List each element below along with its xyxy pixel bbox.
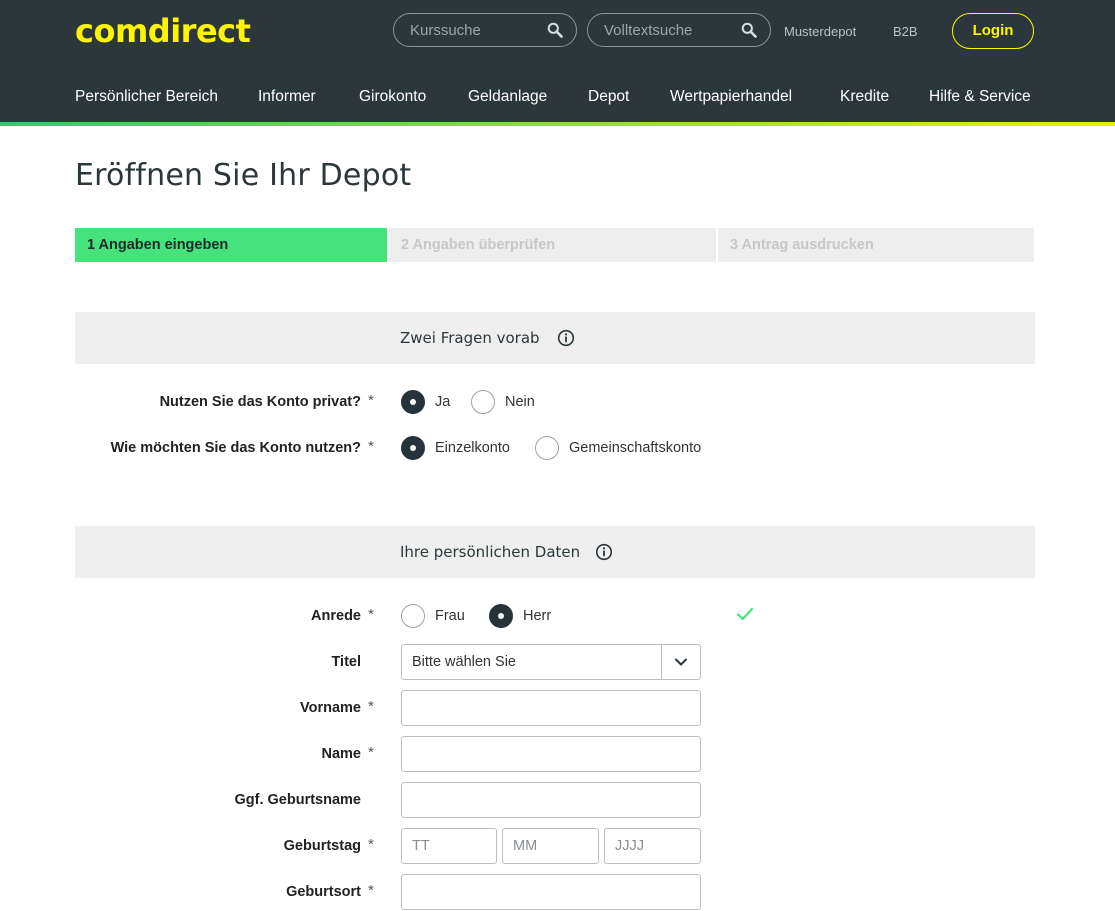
vorname-input[interactable] bbox=[402, 691, 700, 725]
required-marker: * bbox=[368, 882, 374, 899]
section-header-fragen: Zwei Fragen vorab bbox=[75, 312, 1035, 364]
geburtsname-input[interactable] bbox=[402, 783, 700, 817]
titel-select-value: Bitte wählen Sie bbox=[412, 654, 516, 670]
nav-depot[interactable]: Depot bbox=[588, 88, 629, 106]
radio-label-herr[interactable]: Herr bbox=[523, 608, 551, 624]
radio-label-ja[interactable]: Ja bbox=[435, 394, 450, 410]
radio-gemeinschaftskonto[interactable] bbox=[535, 436, 559, 460]
required-marker: * bbox=[368, 606, 374, 623]
page-title: Eröffnen Sie Ihr Depot bbox=[75, 158, 412, 193]
search-icon[interactable] bbox=[741, 22, 757, 38]
vorname-field[interactable] bbox=[401, 690, 701, 726]
radio-label-einzelkonto[interactable]: Einzelkonto bbox=[435, 440, 510, 456]
radio-label-nein[interactable]: Nein bbox=[505, 394, 535, 410]
geburtsname-field[interactable] bbox=[401, 782, 701, 818]
nav-girokonto[interactable]: Girokonto bbox=[359, 88, 426, 106]
geburtstag-label: Geburtstag bbox=[283, 838, 361, 854]
nav-wertpapierhandel[interactable]: Wertpapierhandel bbox=[670, 88, 792, 106]
checkmark-icon bbox=[736, 607, 754, 621]
kurssuche-input[interactable] bbox=[394, 14, 560, 46]
header-accent-bar bbox=[0, 122, 1115, 126]
geburtstag-month-input[interactable] bbox=[503, 829, 598, 863]
info-icon[interactable] bbox=[595, 543, 613, 561]
question-privat-label: Nutzen Sie das Konto privat? bbox=[159, 394, 361, 410]
radio-label-frau[interactable]: Frau bbox=[435, 608, 465, 624]
radio-privat-ja[interactable] bbox=[401, 390, 425, 414]
geburtstag-day-input[interactable] bbox=[402, 829, 496, 863]
required-marker: * bbox=[368, 744, 374, 761]
geburtstag-day-field[interactable] bbox=[401, 828, 497, 864]
radio-label-gemeinschaftskonto[interactable]: Gemeinschaftskonto bbox=[569, 440, 701, 456]
nav-kredite[interactable]: Kredite bbox=[840, 88, 889, 106]
vorname-label: Vorname bbox=[300, 700, 361, 716]
select-divider bbox=[661, 645, 662, 679]
required-marker: * bbox=[368, 698, 374, 715]
geburtsort-field[interactable] bbox=[401, 874, 701, 910]
nav-informer[interactable]: Informer bbox=[258, 88, 316, 106]
geburtsname-label: Ggf. Geburtsname bbox=[234, 792, 362, 808]
section-title: Ihre persönlichen Daten bbox=[400, 543, 581, 561]
anrede-label: Anrede bbox=[311, 608, 361, 624]
radio-anrede-herr[interactable] bbox=[489, 604, 513, 628]
name-label: Name bbox=[321, 746, 362, 762]
geburtsort-label: Geburtsort bbox=[286, 884, 361, 900]
section-title: Zwei Fragen vorab bbox=[400, 329, 540, 347]
nav-geldanlage[interactable]: Geldanlage bbox=[468, 88, 547, 106]
geburtstag-month-field[interactable] bbox=[502, 828, 599, 864]
nav-hilfe-service[interactable]: Hilfe & Service bbox=[929, 88, 1031, 106]
step-2-angaben-ueberpruefen: 2 Angaben überprüfen bbox=[389, 228, 716, 262]
volltextsuche-input[interactable] bbox=[588, 14, 754, 46]
geburtsort-input[interactable] bbox=[402, 875, 700, 909]
question-nutzung-label: Wie möchten Sie das Konto nutzen? bbox=[110, 440, 361, 456]
step-1-angaben-eingeben: 1 Angaben eingeben bbox=[75, 228, 387, 262]
chevron-down-icon[interactable] bbox=[674, 656, 688, 668]
radio-anrede-frau[interactable] bbox=[401, 604, 425, 628]
name-input[interactable] bbox=[402, 737, 700, 771]
required-marker: * bbox=[368, 836, 374, 853]
search-icon[interactable] bbox=[547, 22, 563, 38]
step-3-antrag-ausdrucken: 3 Antrag ausdrucken bbox=[718, 228, 1034, 262]
info-icon[interactable] bbox=[557, 329, 575, 347]
comdirect-logo[interactable]: comdirect bbox=[75, 12, 251, 50]
volltextsuche-search[interactable] bbox=[587, 13, 771, 47]
radio-einzelkonto[interactable] bbox=[401, 436, 425, 460]
site-header: comdirect Musterdepot B2B Login Persönli… bbox=[0, 0, 1115, 122]
geburtstag-year-field[interactable] bbox=[604, 828, 701, 864]
b2b-link[interactable]: B2B bbox=[893, 24, 918, 39]
nav-persoenlicher-bereich[interactable]: Persönlicher Bereich bbox=[75, 88, 218, 106]
login-button[interactable]: Login bbox=[952, 13, 1034, 49]
required-marker: * bbox=[368, 392, 374, 409]
kurssuche-search[interactable] bbox=[393, 13, 577, 47]
section-header-persoenliche-daten: Ihre persönlichen Daten bbox=[75, 526, 1035, 578]
musterdepot-link[interactable]: Musterdepot bbox=[784, 24, 856, 39]
radio-privat-nein[interactable] bbox=[471, 390, 495, 414]
geburtstag-year-input[interactable] bbox=[605, 829, 700, 863]
titel-select[interactable]: Bitte wählen Sie bbox=[401, 644, 701, 680]
titel-label: Titel bbox=[331, 654, 361, 670]
name-field[interactable] bbox=[401, 736, 701, 772]
required-marker: * bbox=[368, 438, 374, 455]
